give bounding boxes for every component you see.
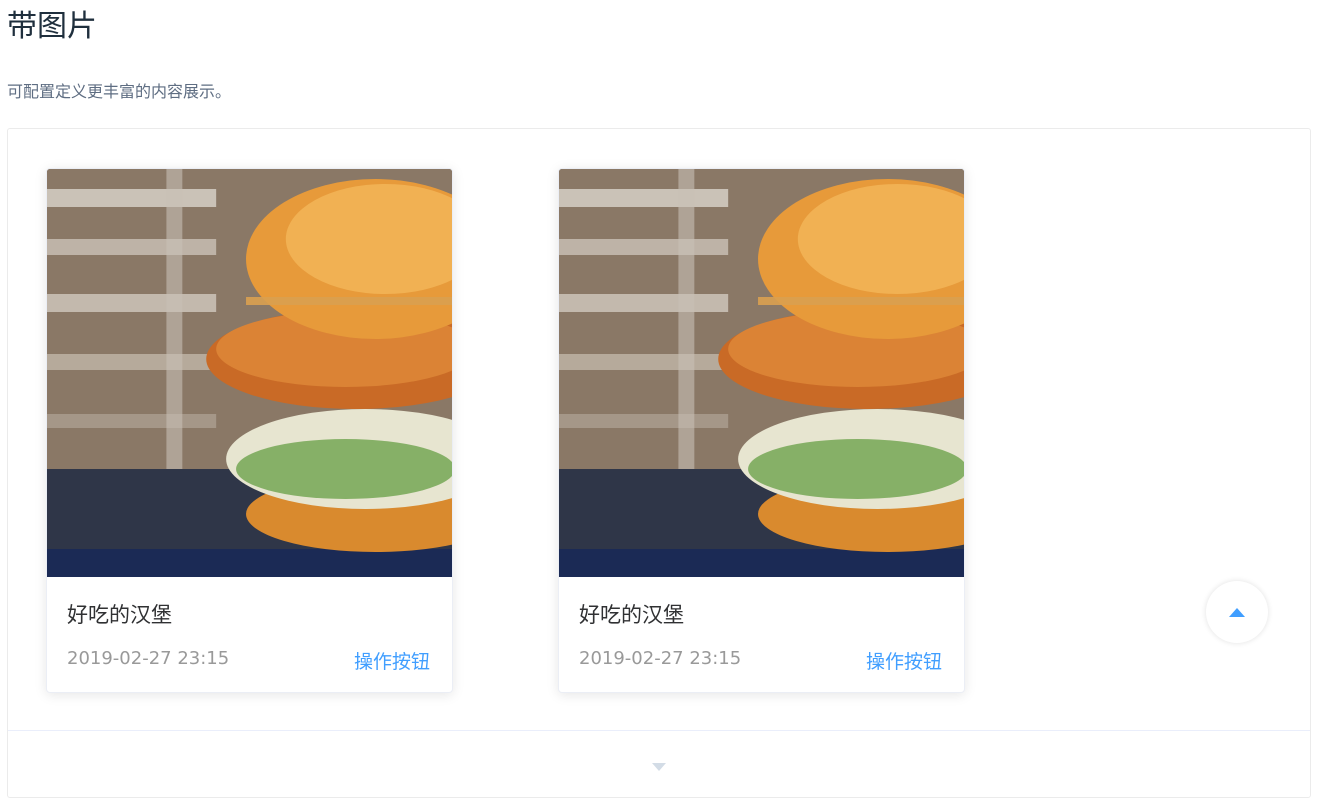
- card-time: 2019-02-27 23:15: [579, 648, 742, 669]
- show-code-toggle[interactable]: [8, 731, 1310, 797]
- demo-block: 好吃的汉堡 2019-02-27 23:15 操作按钮 好吃的汉堡 2019-0…: [7, 128, 1311, 798]
- card: 好吃的汉堡 2019-02-27 23:15 操作按钮: [46, 168, 453, 693]
- card-time: 2019-02-27 23:15: [67, 648, 230, 669]
- page-title: 带图片: [7, 9, 97, 44]
- card-title: 好吃的汉堡: [67, 603, 172, 627]
- card: 好吃的汉堡 2019-02-27 23:15 操作按钮: [558, 168, 965, 693]
- card-title: 好吃的汉堡: [579, 603, 684, 627]
- card-action-button[interactable]: 操作按钮: [866, 649, 942, 675]
- card-body: 好吃的汉堡 2019-02-27 23:15 操作按钮: [559, 577, 964, 692]
- burger-image: [47, 169, 452, 577]
- card-body: 好吃的汉堡 2019-02-27 23:15 操作按钮: [47, 577, 452, 692]
- page-description: 可配置定义更丰富的内容展示。: [7, 82, 232, 101]
- back-to-top-button[interactable]: [1206, 581, 1268, 643]
- demo-preview: 好吃的汉堡 2019-02-27 23:15 操作按钮 好吃的汉堡 2019-0…: [8, 129, 1310, 731]
- caret-down-icon: [652, 763, 666, 771]
- card-action-button[interactable]: 操作按钮: [354, 649, 430, 675]
- caret-up-icon: [1229, 607, 1245, 617]
- burger-image: [559, 169, 964, 577]
